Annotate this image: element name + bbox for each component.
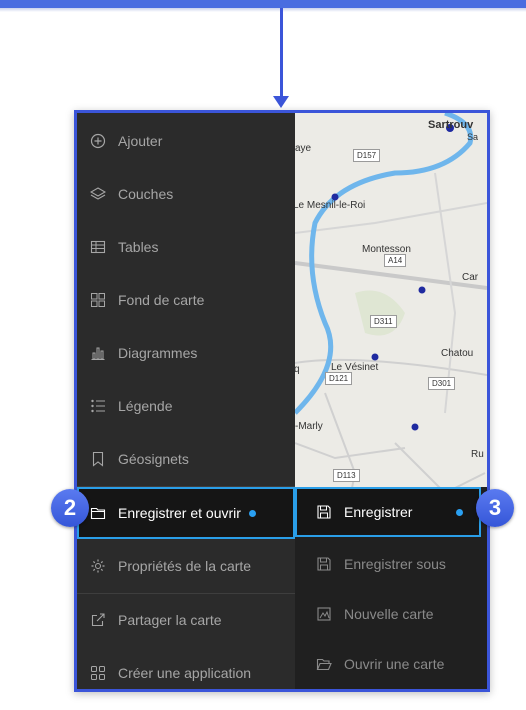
- map-label-mesnil: Le Mesnil-le-Roi: [295, 200, 366, 211]
- road-shield-d121: D121: [325, 372, 353, 385]
- sidebar-item-label: Diagrammes: [118, 345, 198, 361]
- gear-icon: [90, 558, 106, 574]
- sidebar-item-label: Fond de carte: [118, 292, 205, 308]
- submenu-item-label: Enregistrer: [344, 504, 413, 520]
- save-as-icon: [316, 556, 332, 572]
- submenu-item-open-map[interactable]: Ouvrir une carte: [295, 639, 481, 689]
- basemap-icon: [90, 292, 106, 308]
- sidebar-item-label: Partager la carte: [118, 612, 222, 628]
- sidebar-item-label: Créer une application: [118, 665, 252, 681]
- submenu-item-new-map[interactable]: Nouvelle carte: [295, 589, 481, 639]
- top-border-strip: [0, 0, 526, 8]
- sidebar-item-label: Ajouter: [118, 133, 163, 149]
- sidebar-item-label: Propriétés de la carte: [118, 558, 252, 574]
- layers-icon: [90, 186, 106, 202]
- submenu-item-save[interactable]: Enregistrer: [295, 487, 481, 537]
- add-circle-icon: [90, 133, 106, 149]
- map-label-ru: Ru: [471, 449, 484, 460]
- map-label-car: Car: [462, 272, 479, 283]
- submenu-item-save-as[interactable]: Enregistrer sous: [295, 539, 481, 589]
- road-shield-d301: D301: [428, 377, 456, 390]
- sidebar-item-label: Enregistrer et ouvrir: [118, 505, 241, 521]
- map-label-sartrouville: Sartrouv: [428, 119, 474, 131]
- sidebar-item-share-map[interactable]: Partager la carte: [77, 594, 295, 646]
- save-open-submenu: Enregistrer Enregistrer sous Nouvelle ca…: [295, 487, 487, 689]
- save-icon: [316, 504, 332, 520]
- sidebar-item-create-app[interactable]: Créer une application: [77, 647, 295, 689]
- sidebar-item-add[interactable]: Ajouter: [77, 115, 295, 167]
- map-viewer-window: Sartrouv Sa aye D157 Le Mesnil-le-Roi Mo…: [74, 110, 490, 692]
- open-folder-icon: [316, 656, 332, 672]
- sidebar-item-legend[interactable]: Légende: [77, 380, 295, 432]
- callout-arrow-icon: [273, 96, 289, 108]
- step-badge-3: 3: [476, 489, 514, 527]
- sidebar-item-bookmarks[interactable]: Géosignets: [77, 433, 295, 485]
- app-grid-icon: [90, 665, 106, 681]
- chart-icon: [90, 345, 106, 361]
- sidebar-item-charts[interactable]: Diagrammes: [77, 327, 295, 379]
- map-label-marly: -Marly: [295, 421, 323, 432]
- map-label-q: q: [295, 364, 300, 375]
- road-shield-d113: D113: [333, 469, 360, 482]
- map-label-sa: Sa: [467, 132, 479, 142]
- sidebar-item-basemap[interactable]: Fond de carte: [77, 274, 295, 326]
- table-icon: [90, 239, 106, 255]
- new-map-icon: [316, 606, 332, 622]
- step-badge-2: 2: [51, 489, 89, 527]
- folder-icon: [90, 505, 106, 521]
- legend-icon: [90, 398, 106, 414]
- sidebar-menu: Ajouter Couches Tables Fond de carte Dia: [77, 113, 295, 689]
- sidebar-item-tables[interactable]: Tables: [77, 221, 295, 273]
- road-shield-d157: D157: [353, 149, 381, 162]
- top-border-shadow: [0, 8, 526, 12]
- sidebar-item-save-open[interactable]: Enregistrer et ouvrir: [77, 487, 295, 539]
- submenu-item-label: Nouvelle carte: [344, 606, 434, 622]
- map-label-chatou: Chatou: [441, 348, 474, 359]
- submenu-item-label: Enregistrer sous: [344, 556, 446, 572]
- share-icon: [90, 612, 106, 628]
- sidebar-item-label: Géosignets: [118, 451, 189, 467]
- road-shield-d311: D311: [370, 315, 397, 328]
- road-shield-a14: A14: [384, 254, 407, 267]
- submenu-item-label: Ouvrir une carte: [344, 656, 445, 672]
- sidebar-item-map-properties[interactable]: Propriétés de la carte: [77, 540, 295, 592]
- active-indicator-dot: [456, 508, 463, 516]
- active-indicator-dot: [248, 509, 256, 517]
- sidebar-item-label: Légende: [118, 398, 173, 414]
- callout-connector-line: [280, 8, 283, 98]
- sidebar-item-label: Couches: [118, 186, 174, 202]
- sidebar-item-label: Tables: [118, 239, 159, 255]
- sidebar-item-layers[interactable]: Couches: [77, 168, 295, 220]
- bookmark-icon: [90, 451, 106, 467]
- map-label-aye: aye: [295, 143, 312, 154]
